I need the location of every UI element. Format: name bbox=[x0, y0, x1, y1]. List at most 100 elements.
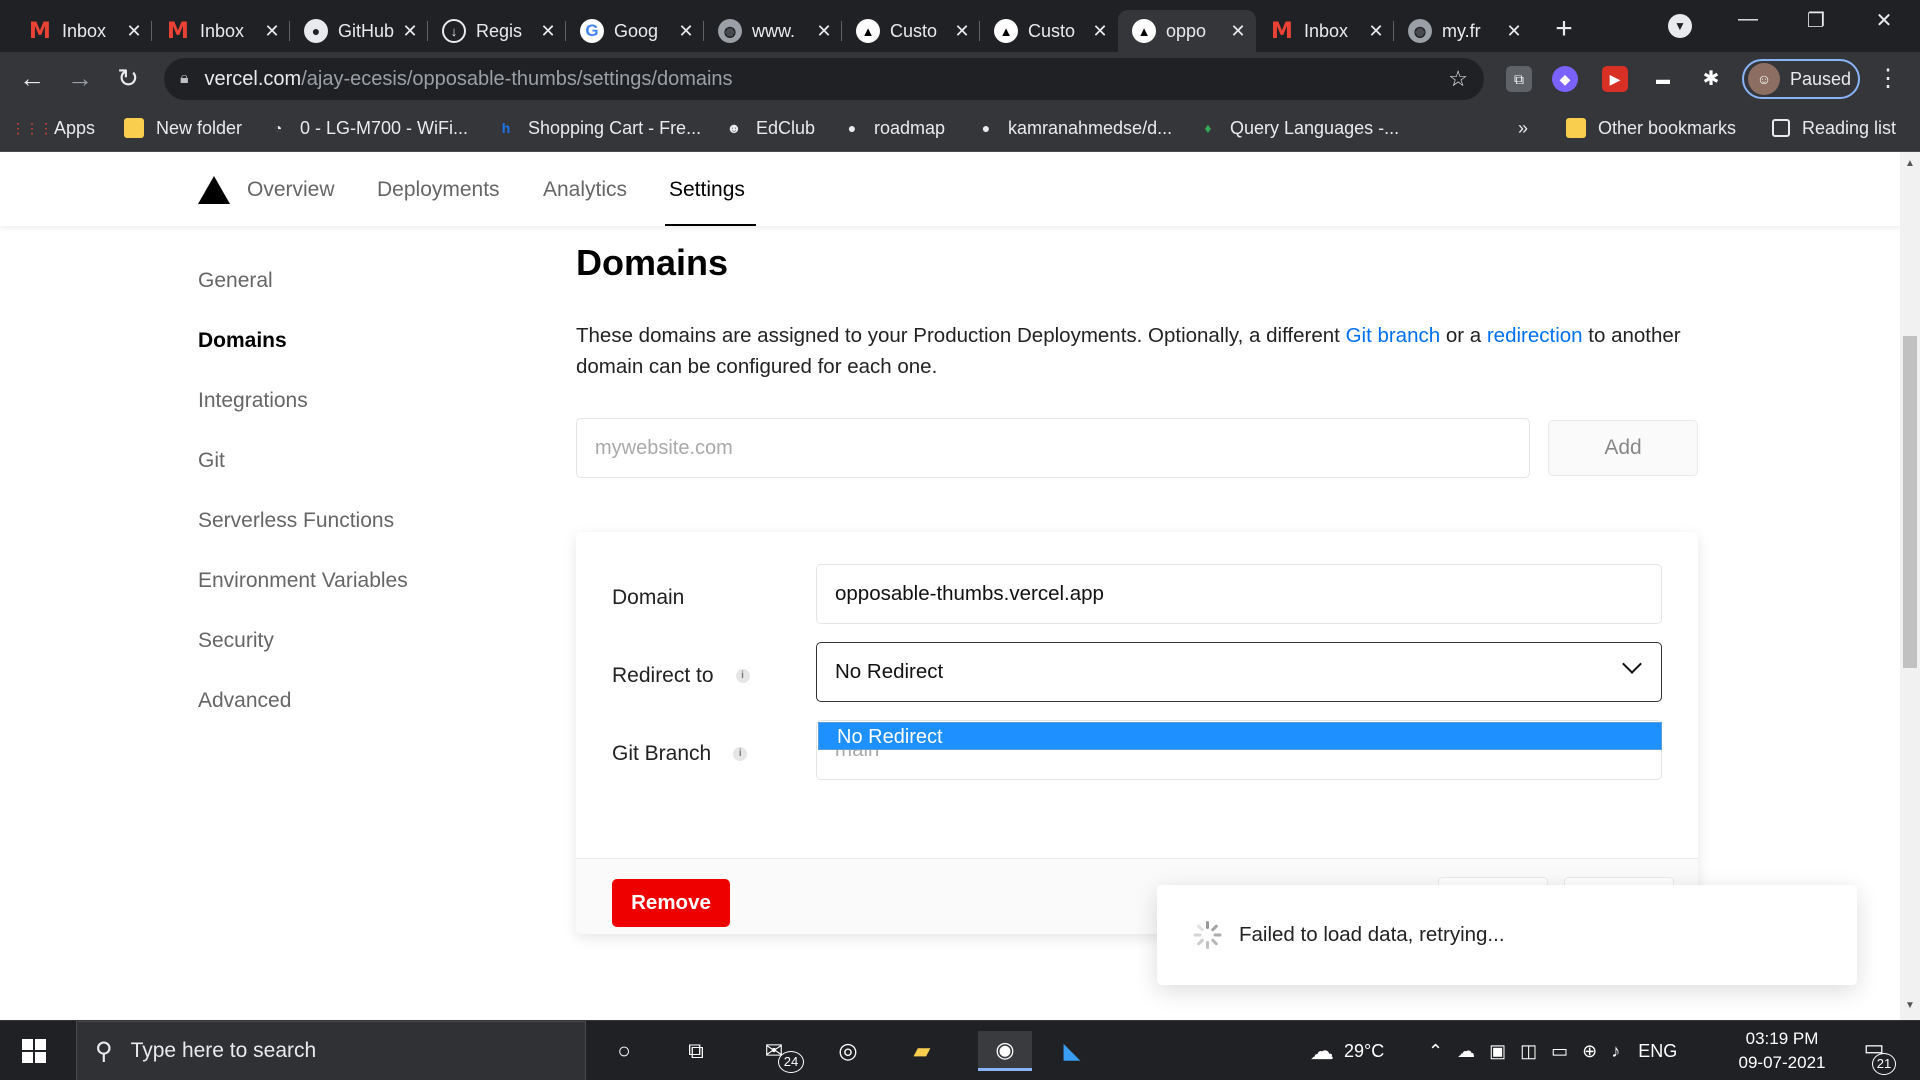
network-icon[interactable]: ⊕ bbox=[1582, 1041, 1597, 1062]
sidebar-item-git[interactable]: Git bbox=[198, 449, 225, 473]
battery-icon[interactable]: ▭ bbox=[1551, 1041, 1568, 1062]
chevron-up-icon[interactable]: ⌃ bbox=[1428, 1041, 1443, 1062]
bookmark-apps[interactable]: ⋮⋮⋮ Apps bbox=[11, 114, 95, 142]
new-tab-button[interactable]: + bbox=[1548, 12, 1580, 46]
vercel-page: Overview Deployments Analytics Settings … bbox=[0, 152, 1900, 1020]
scroll-down-icon[interactable]: ▼ bbox=[1904, 1000, 1916, 1011]
dell-icon[interactable]: ◎ bbox=[828, 1031, 868, 1071]
tab-google[interactable]: G Goog ✕ bbox=[566, 10, 704, 52]
gmail-icon: M bbox=[1271, 18, 1293, 44]
tab-custom-2[interactable]: ▲ Custo ✕ bbox=[980, 10, 1118, 52]
extension-media-icon[interactable]: ▶ bbox=[1602, 66, 1628, 92]
restore-icon[interactable]: ❐ bbox=[1796, 8, 1836, 33]
taskbar-search-placeholder: Type here to search bbox=[130, 1039, 317, 1062]
back-icon[interactable]: ← bbox=[16, 62, 48, 94]
task-view-icon[interactable]: ⧉ bbox=[676, 1031, 716, 1071]
bookmark-other[interactable]: Other bookmarks bbox=[1566, 114, 1736, 142]
bookmark-query-languages[interactable]: ♦ Query Languages -... bbox=[1198, 114, 1399, 142]
close-icon[interactable]: ✕ bbox=[816, 21, 832, 42]
reading-list[interactable]: Reading list bbox=[1772, 114, 1896, 142]
domain-field[interactable]: opposable-thumbs.vercel.app bbox=[816, 564, 1662, 624]
tab-settings[interactable]: Settings bbox=[669, 178, 745, 202]
sidebar-item-integrations[interactable]: Integrations bbox=[198, 389, 308, 413]
scroll-thumb[interactable] bbox=[1903, 336, 1917, 668]
tab-github[interactable]: ● GitHub ✕ bbox=[290, 10, 428, 52]
close-icon[interactable]: ✕ bbox=[954, 21, 970, 42]
tab-inbox-3[interactable]: M Inbox ✕ bbox=[1256, 10, 1394, 52]
vscode-icon[interactable]: ◣ bbox=[1052, 1031, 1092, 1071]
bookmark-new-folder[interactable]: New folder bbox=[124, 114, 242, 142]
extensions-puzzle-icon[interactable]: ✱ bbox=[1698, 66, 1724, 92]
bookmark-roadmap[interactable]: ● roadmap bbox=[842, 114, 945, 142]
tab-www[interactable]: ◍ www. ✕ bbox=[704, 10, 842, 52]
bookmark-shopping-cart[interactable]: h Shopping Cart - Fre... bbox=[496, 114, 701, 142]
minimize-icon[interactable]: — bbox=[1728, 8, 1768, 31]
extension-cast-icon[interactable]: ▬ bbox=[1650, 66, 1676, 92]
scroll-up-icon[interactable]: ▲ bbox=[1904, 158, 1916, 169]
address-bar[interactable]: 🔒︎ vercel.com/ajay-ecesis/opposable-thum… bbox=[164, 58, 1484, 100]
meet-icon[interactable]: ◫ bbox=[1520, 1041, 1537, 1062]
taskbar-search[interactable]: ⚲ Type here to search bbox=[76, 1021, 586, 1080]
reload-icon[interactable]: ↻ bbox=[112, 62, 144, 94]
bookmark-star-icon[interactable]: ☆ bbox=[1448, 66, 1468, 92]
tab-search-icon[interactable]: ▼ bbox=[1668, 14, 1692, 38]
chrome-taskbar-icon[interactable]: ◉ bbox=[978, 1031, 1032, 1071]
tab-custom-1[interactable]: ▲ Custo ✕ bbox=[842, 10, 980, 52]
tab-overview[interactable]: Overview bbox=[247, 178, 335, 202]
close-icon[interactable]: ✕ bbox=[126, 21, 142, 42]
close-icon[interactable]: ✕ bbox=[264, 21, 280, 42]
redirect-option-no-redirect[interactable]: No Redirect bbox=[818, 722, 1662, 750]
weather-widget[interactable]: ☁ 29°C bbox=[1310, 1021, 1384, 1080]
tab-inbox-2[interactable]: M Inbox ✕ bbox=[152, 10, 290, 52]
tab-analytics[interactable]: Analytics bbox=[543, 178, 627, 202]
profile-paused-button[interactable]: ☺ Paused bbox=[1742, 59, 1860, 99]
bookmark-kamranahmedse[interactable]: ● kamranahmedse/d... bbox=[976, 114, 1172, 142]
close-icon[interactable]: ✕ bbox=[402, 21, 418, 42]
extension-copy-icon[interactable]: ⧉ bbox=[1506, 66, 1532, 92]
info-icon[interactable]: i bbox=[735, 669, 750, 683]
redirection-link[interactable]: redirection bbox=[1487, 324, 1583, 347]
info-icon[interactable]: i bbox=[733, 747, 748, 761]
remove-button[interactable]: Remove bbox=[612, 879, 730, 927]
sidebar-item-environment-variables[interactable]: Environment Variables bbox=[198, 569, 408, 593]
sidebar-item-advanced[interactable]: Advanced bbox=[198, 689, 291, 713]
cortana-icon[interactable]: ○ bbox=[604, 1031, 644, 1071]
bookmarks-overflow-button[interactable]: » bbox=[1518, 114, 1528, 142]
forward-icon[interactable]: → bbox=[64, 62, 96, 94]
onedrive-icon[interactable]: ☁ bbox=[1457, 1041, 1475, 1062]
close-window-icon[interactable]: ✕ bbox=[1864, 8, 1904, 33]
close-icon[interactable]: ✕ bbox=[1368, 21, 1384, 42]
device-icon[interactable]: ▣ bbox=[1489, 1041, 1506, 1062]
sidebar-item-general[interactable]: General bbox=[198, 269, 273, 293]
tab-myfr[interactable]: ◍ my.fr ✕ bbox=[1394, 10, 1532, 52]
file-explorer-icon[interactable]: ▰ bbox=[902, 1031, 942, 1071]
vercel-logo-icon[interactable] bbox=[198, 176, 230, 204]
sidebar-item-domains[interactable]: Domains bbox=[198, 329, 287, 353]
tab-opposable-active[interactable]: ▲ oppo ✕ bbox=[1118, 10, 1256, 52]
close-icon[interactable]: ✕ bbox=[540, 21, 556, 42]
close-icon[interactable]: ✕ bbox=[1230, 21, 1246, 42]
add-domain-button[interactable]: Add bbox=[1548, 420, 1698, 476]
tab-inbox-1[interactable]: M Inbox ✕ bbox=[14, 10, 152, 52]
add-domain-input[interactable] bbox=[576, 418, 1530, 478]
sidebar-item-security[interactable]: Security bbox=[198, 629, 274, 653]
chrome-menu-icon[interactable]: ⋮ bbox=[1876, 64, 1900, 93]
tab-register[interactable]: ↓ Regis ✕ bbox=[428, 10, 566, 52]
git-branch-link[interactable]: Git branch bbox=[1346, 324, 1441, 347]
sidebar-item-serverless-functions[interactable]: Serverless Functions bbox=[198, 509, 394, 533]
tab-title: Custo bbox=[1028, 20, 1076, 41]
taskbar-clock[interactable]: 03:19 PM 09-07-2021 bbox=[1734, 1027, 1830, 1075]
extension-color-icon[interactable]: ◆ bbox=[1552, 66, 1578, 92]
bookmark-edclub[interactable]: ☻ EdClub bbox=[724, 114, 815, 142]
bookmark-wifi[interactable]: ◔ 0 - LG-M700 - WiFi... bbox=[268, 114, 468, 142]
gmail-icon: M bbox=[167, 18, 189, 44]
language-indicator[interactable]: ENG bbox=[1638, 1041, 1677, 1062]
volume-icon[interactable]: ♪ bbox=[1611, 1041, 1620, 1062]
close-icon[interactable]: ✕ bbox=[678, 21, 694, 42]
tab-deployments[interactable]: Deployments bbox=[377, 178, 500, 202]
close-icon[interactable]: ✕ bbox=[1506, 21, 1522, 42]
page-scrollbar[interactable]: ▲ ▼ bbox=[1900, 152, 1920, 1020]
close-icon[interactable]: ✕ bbox=[1092, 21, 1108, 42]
windows-start-icon[interactable] bbox=[22, 1039, 46, 1063]
redirect-select[interactable]: No Redirect bbox=[816, 642, 1662, 702]
